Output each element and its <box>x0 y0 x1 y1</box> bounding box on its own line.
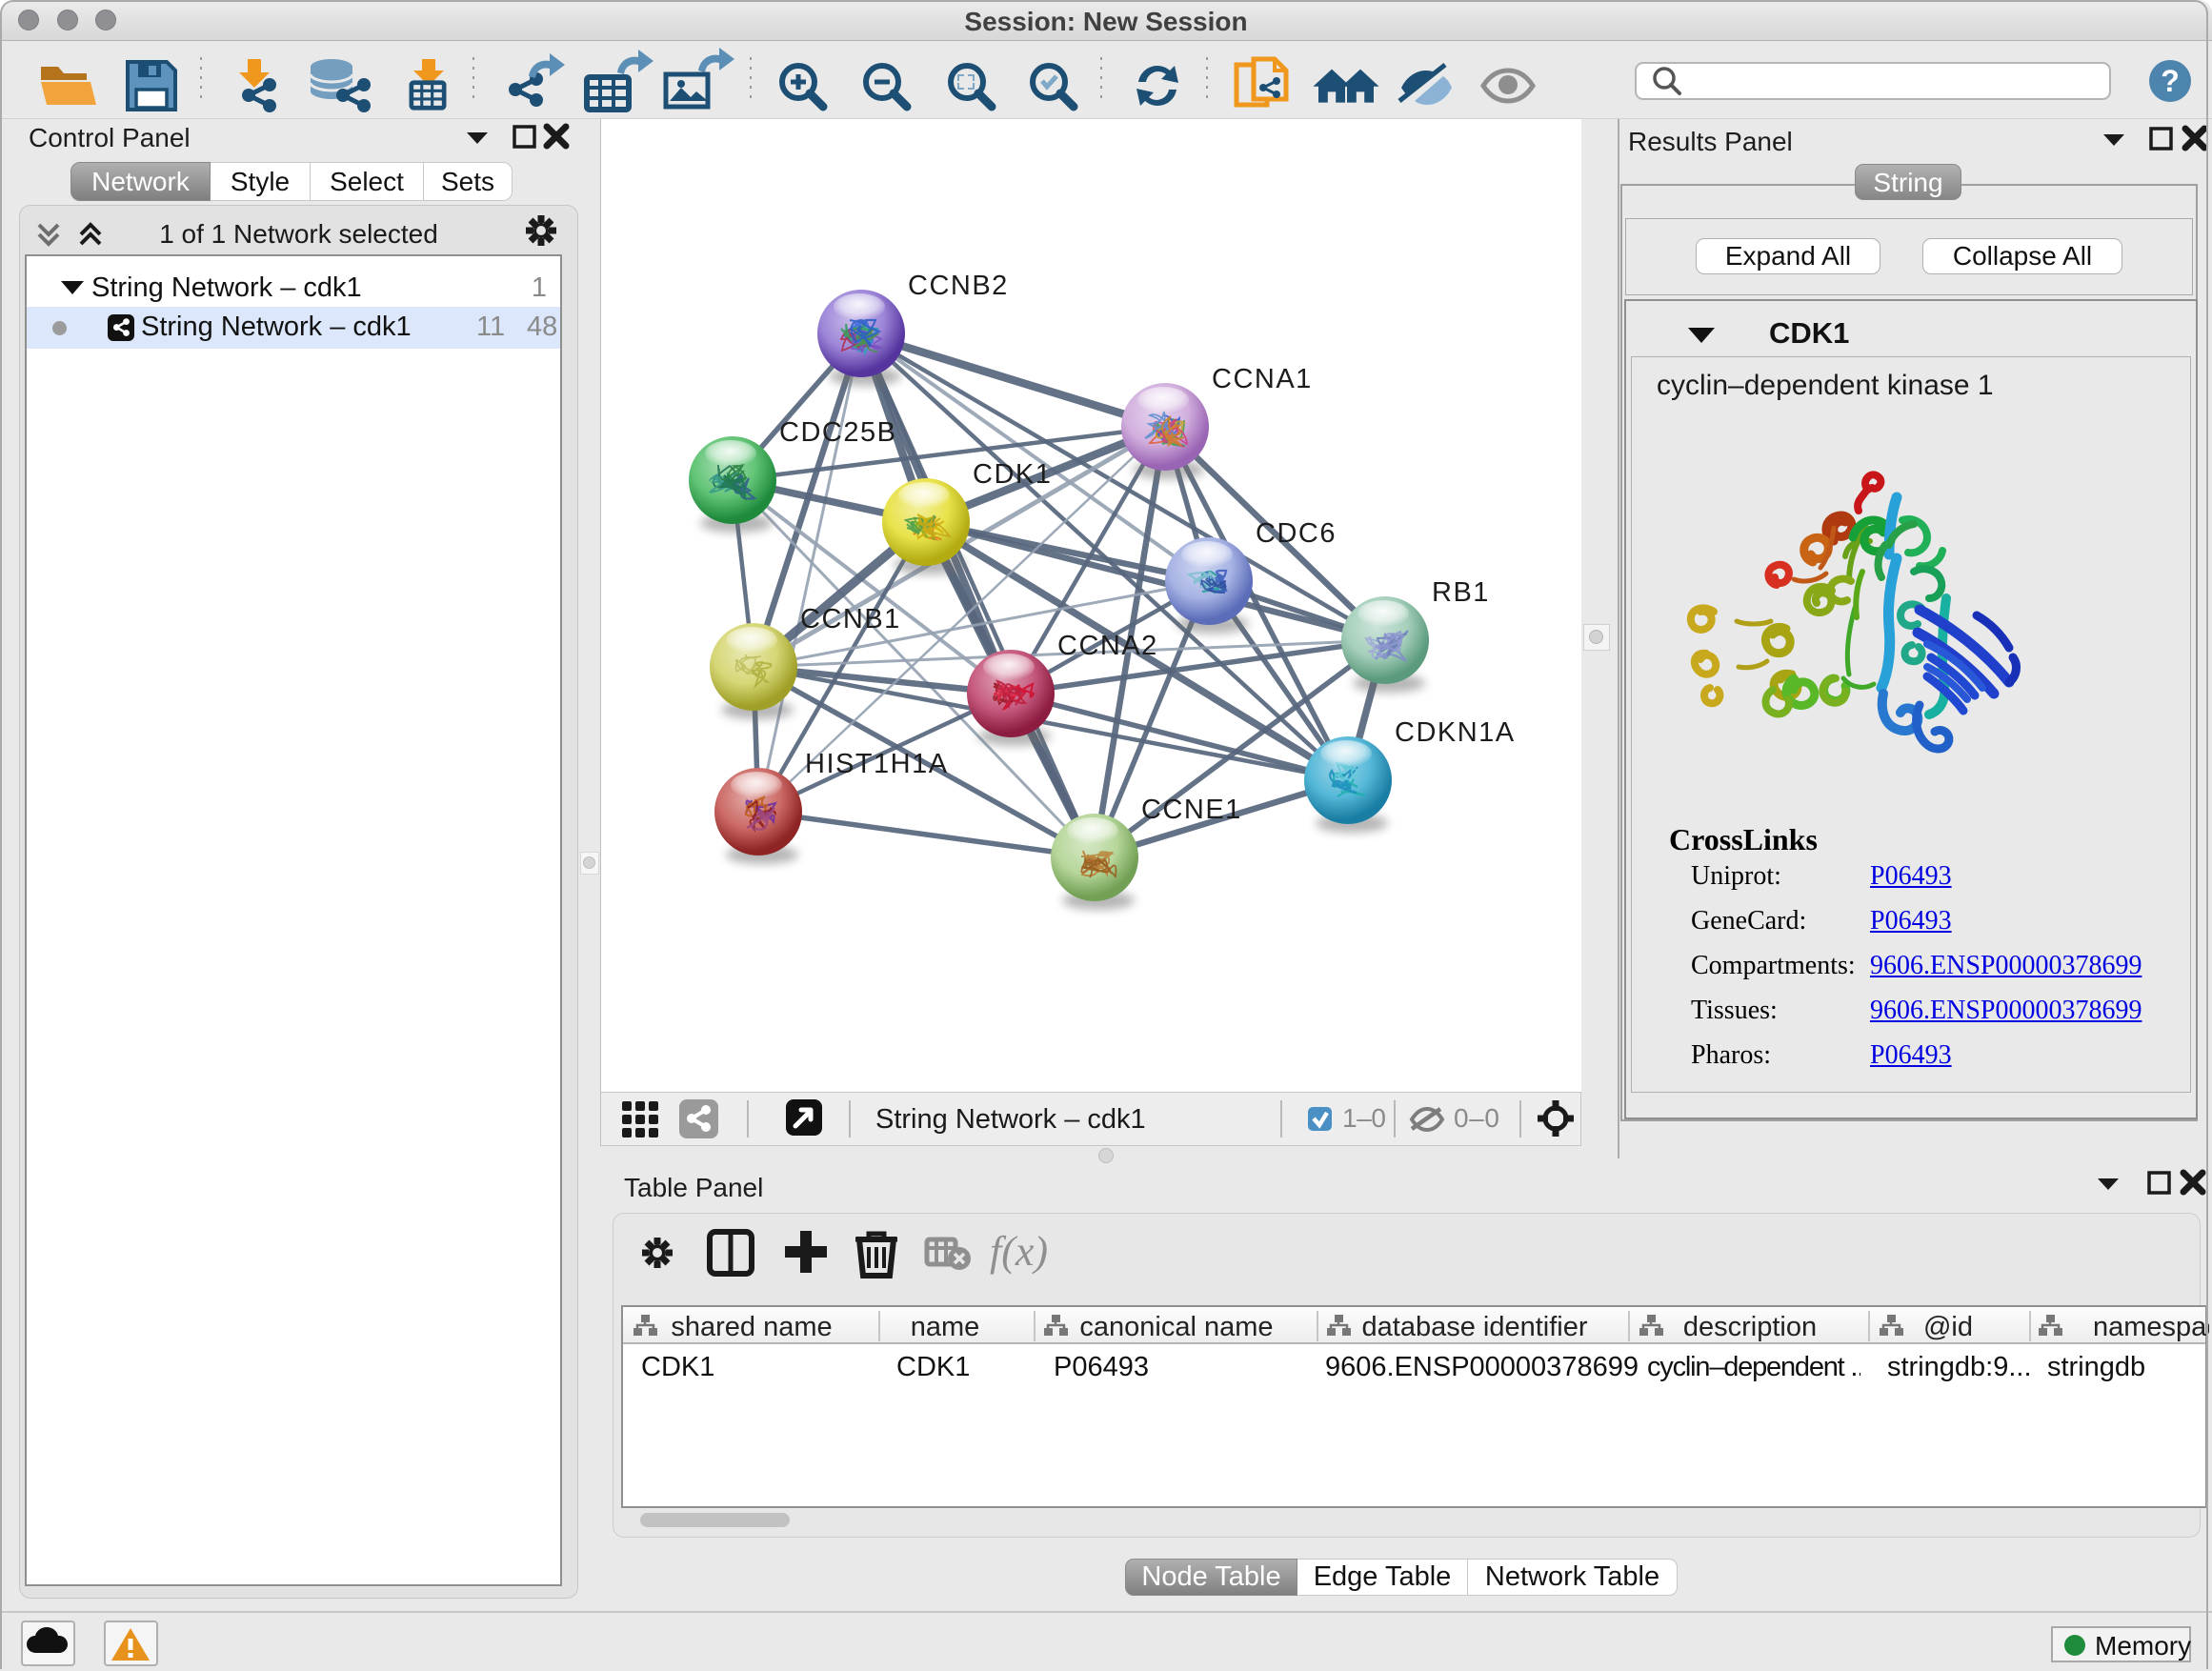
svg-text:0 – 0: 0 – 0 <box>1454 1103 1499 1133</box>
svg-text:CDKN1A: CDKN1A <box>1395 717 1516 748</box>
svg-text:CDC6: CDC6 <box>1256 518 1337 549</box>
svg-text:@id: @id <box>1923 1312 1973 1342</box>
svg-text:shared name: shared name <box>671 1312 832 1342</box>
svg-text:CCNA1: CCNA1 <box>1212 364 1313 394</box>
svg-text:String Network – cdk1: String Network – cdk1 <box>875 1104 1146 1135</box>
svg-text:CDC25B: CDC25B <box>779 417 896 448</box>
svg-text:description: description <box>1683 1312 1817 1342</box>
svg-text:namespac: namespac <box>2093 1312 2209 1342</box>
svg-text:HIST1H1A: HIST1H1A <box>805 749 949 779</box>
svg-text:database identifier: database identifier <box>1362 1312 1588 1342</box>
svg-text:CCNB2: CCNB2 <box>908 271 1009 301</box>
svg-text:CDK1: CDK1 <box>973 459 1052 490</box>
svg-text:RB1: RB1 <box>1432 577 1490 608</box>
svg-text:CCNE1: CCNE1 <box>1141 795 1242 825</box>
svg-text:CCNB1: CCNB1 <box>800 604 901 634</box>
svg-text:CCNA2: CCNA2 <box>1057 631 1158 661</box>
svg-text:1 – 0: 1 – 0 <box>1342 1103 1386 1133</box>
svg-text:f(x): f(x) <box>990 1228 1048 1275</box>
svg-text:name: name <box>911 1312 980 1342</box>
svg-text:canonical name: canonical name <box>1079 1312 1273 1342</box>
